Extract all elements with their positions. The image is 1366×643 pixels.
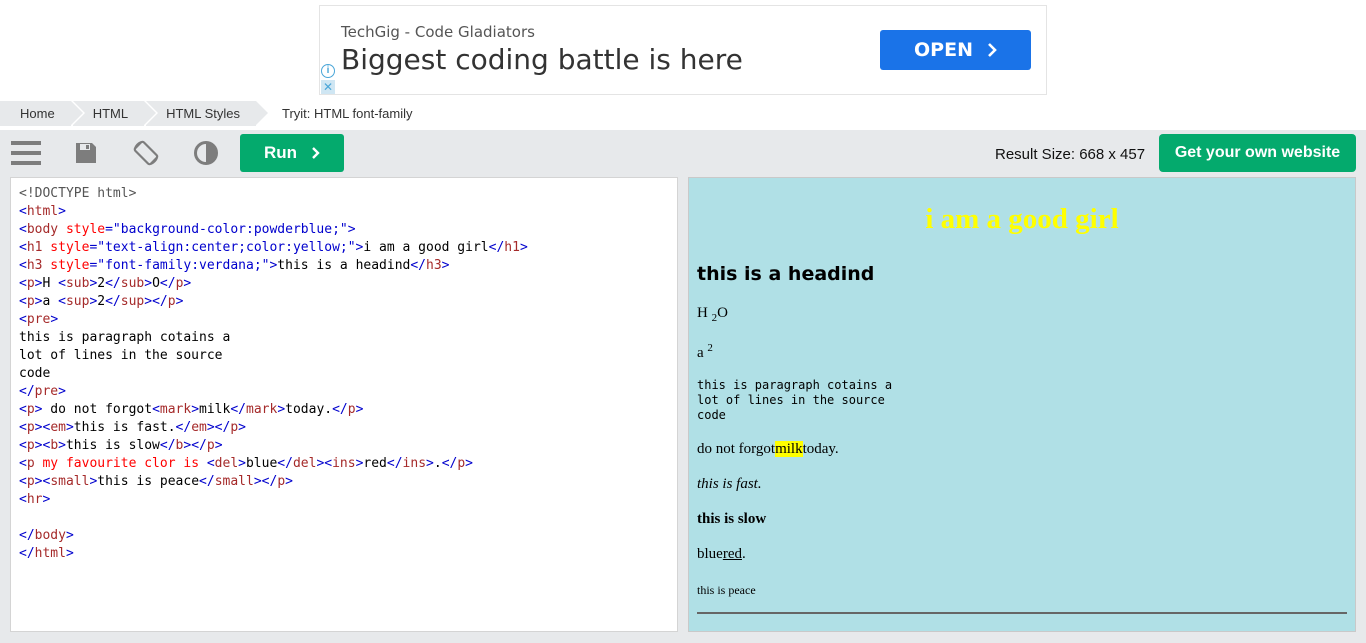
result-horizontal-rule	[697, 612, 1347, 614]
ad-open-button[interactable]: OPEN	[880, 30, 1031, 70]
result-superscript-paragraph: a 2	[697, 342, 1347, 362]
ad-banner[interactable]: TechGig - Code Gladiators Biggest coding…	[319, 5, 1047, 95]
menu-icon[interactable]	[10, 137, 42, 169]
result-preformatted: this is paragraph cotains a lot of lines…	[697, 378, 893, 422]
ad-open-label: OPEN	[914, 39, 973, 61]
result-del-ins-paragraph: bluered.	[697, 546, 1347, 563]
bold-text: this is slow	[697, 511, 767, 527]
breadcrumb: Home HTML HTML Styles Tryit: HTML font-f…	[0, 101, 431, 126]
result-heading-3: this is a headind	[697, 263, 875, 285]
result-heading-1: i am a good girl	[925, 203, 1119, 235]
ad-title: Biggest coding battle is here	[341, 43, 743, 76]
sub-text-a: H	[697, 305, 712, 321]
run-button[interactable]: Run	[240, 134, 344, 172]
ins-after-text: .	[741, 546, 746, 562]
get-own-website-button[interactable]: Get your own website	[1159, 134, 1356, 172]
result-small-paragraph: this is peace	[697, 583, 756, 597]
ins-text: red	[722, 546, 742, 562]
result-size: Result Size: 668 x 457	[995, 146, 1146, 163]
save-icon[interactable]	[70, 137, 102, 169]
breadcrumb-html-styles[interactable]: HTML Styles	[146, 101, 270, 126]
result-subscript-paragraph: H 2O	[697, 305, 1347, 324]
breadcrumb-current: Tryit: HTML font-family	[282, 106, 413, 121]
breadcrumb-home[interactable]: Home	[0, 101, 85, 126]
sup-text-a: a	[697, 345, 708, 361]
result-frame[interactable]: i am a good girl this is a headind H 2O …	[688, 177, 1356, 632]
result-mark-paragraph: do not forgotmilktoday.	[697, 441, 1347, 458]
del-text: blue	[697, 546, 723, 562]
mark-text-b: milk	[775, 441, 803, 457]
run-label: Run	[263, 143, 298, 162]
sup-text-b: 2	[707, 342, 713, 354]
sub-text-c: O	[717, 305, 728, 321]
ad-info-icon[interactable]: i	[321, 64, 335, 78]
ad-subtitle: TechGig - Code Gladiators	[341, 23, 535, 41]
em-text: this is fast.	[697, 476, 762, 492]
chevron-right-icon	[312, 147, 320, 159]
contrast-icon[interactable]	[190, 137, 222, 169]
mark-text-c: today.	[802, 441, 839, 457]
ad-close-icon[interactable]: ✕	[321, 80, 335, 94]
result-bold-paragraph: this is slow	[697, 511, 1347, 528]
code-editor[interactable]: <!DOCTYPE html> <html> <body style="back…	[10, 177, 678, 632]
mark-text-a: do not forgot	[697, 441, 776, 457]
chevron-right-icon	[988, 43, 997, 57]
rotate-icon[interactable]	[130, 137, 162, 169]
result-em-paragraph: this is fast.	[697, 476, 1347, 493]
